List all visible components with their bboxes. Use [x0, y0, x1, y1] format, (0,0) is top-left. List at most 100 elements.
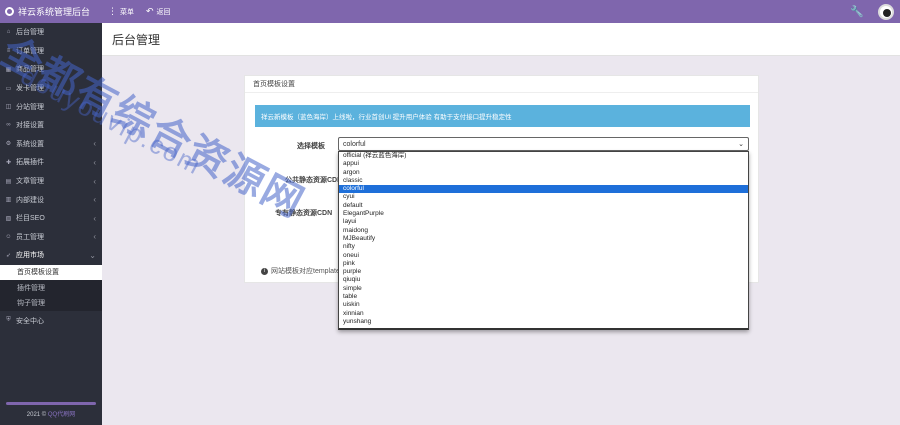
sidebar-item-cards[interactable]: ▭ 发卡管理: [0, 79, 102, 98]
sidebar-item-label: 拓展插件: [16, 159, 44, 167]
template-option[interactable]: purple: [339, 268, 748, 276]
sitemap-icon: ◫: [5, 104, 12, 111]
template-option[interactable]: table: [339, 293, 748, 301]
template-option[interactable]: xinnian: [339, 310, 748, 318]
file-icon: ▤: [5, 178, 12, 185]
template-option[interactable]: pink: [339, 260, 748, 268]
template-option[interactable]: maidong: [339, 227, 748, 235]
template-option[interactable]: MJBeautify: [339, 235, 748, 243]
template-option[interactable]: uiskin: [339, 301, 748, 309]
template-select-value: colorful: [343, 140, 366, 148]
sidebar-item-label: 应用市场: [16, 252, 44, 260]
template-option[interactable]: colorful: [339, 185, 748, 194]
chevron-left-icon: ‹: [93, 157, 96, 167]
sidebar-item-staff[interactable]: ☺ 员工管理 ‹: [0, 228, 102, 247]
template-option[interactable]: appui: [339, 160, 748, 168]
template-option[interactable]: yunshang: [339, 318, 748, 326]
copyright-text: 2021 ©: [26, 412, 48, 418]
back-button-label: 返回: [156, 8, 171, 16]
template-option[interactable]: nifty: [339, 243, 748, 251]
template-option[interactable]: simple: [339, 285, 748, 293]
template-option[interactable]: default: [339, 202, 748, 210]
sidebar: ⌂ 后台管理 ≡ 订单管理 ▦ 商品管理 ▭ 发卡管理 ◫ 分站管理 ∞ 对接设置 ⚙ 系统设…: [0, 23, 102, 425]
template-tip-text: 网站模板对应template目: [271, 268, 347, 275]
sidebar-item-security[interactable]: ⛨ 安全中心: [0, 311, 102, 330]
avatar[interactable]: [878, 3, 894, 20]
template-option[interactable]: ElegantPurple: [339, 210, 748, 218]
home-icon: ⌂: [6, 29, 11, 36]
sidebar-item-articles[interactable]: ▤ 文章管理 ‹: [0, 172, 102, 191]
sidebar-menu-bottom: ⛨ 安全中心: [0, 311, 102, 330]
sidebar-item-label: 安全中心: [16, 317, 44, 325]
gear-icon: ⚙: [5, 141, 12, 148]
brand[interactable]: 祥云系统管理后台: [0, 0, 102, 23]
card-title: 首页模板设置: [245, 76, 758, 93]
info-alert: 祥云新模板（蓝色海岸）上线啦，行业首创UI 提升用户体验 有助于支付接口提升稳定…: [255, 105, 750, 127]
select-template-label: 选择模板: [297, 143, 325, 150]
template-option[interactable]: layui: [339, 218, 748, 226]
sidebar-item-label: 后台管理: [16, 29, 44, 37]
top-nav: ⋮ 菜单 ↶ 返回: [108, 6, 171, 17]
template-select[interactable]: colorful ⌄: [338, 137, 749, 151]
sidebar-item-system[interactable]: ⚙ 系统设置 ‹: [0, 135, 102, 154]
chevron-down-icon: ⌄: [738, 141, 744, 148]
top-right-tools: 🔧: [850, 3, 900, 20]
chevron-left-icon: ‹: [93, 213, 96, 223]
sidebar-item-docking[interactable]: ∞ 对接设置: [0, 116, 102, 135]
info-icon: i: [261, 267, 268, 275]
list-icon: ≡: [6, 47, 11, 54]
template-option[interactable]: oneui: [339, 252, 748, 260]
sidebar-item-app-market[interactable]: ➶ 应用市场 ⌄: [0, 246, 102, 265]
chevron-left-icon: ‹: [93, 176, 96, 186]
template-option[interactable]: classic: [339, 177, 748, 185]
grid-icon: ▦: [5, 66, 12, 73]
sidebar-item-label: 系统设置: [16, 140, 44, 148]
menu-icon: ⋮: [108, 6, 117, 16]
template-tip: i 网站模板对应template目: [261, 266, 347, 276]
sidebar-item-label: 订单管理: [16, 47, 44, 55]
sidebar-item-substations[interactable]: ◫ 分站管理: [0, 97, 102, 116]
chevron-left-icon: ‹: [93, 195, 96, 205]
menu-toggle-button[interactable]: ⋮ 菜单: [108, 6, 134, 17]
sidebar-item-label: 对接设置: [16, 122, 44, 130]
template-dropdown-list: official (祥云蓝色海岸) appui argon classic colorf…: [338, 151, 749, 330]
rocket-icon: ➶: [5, 252, 12, 259]
template-option[interactable]: cyui: [339, 193, 748, 201]
sidebar-item-label: 发卡管理: [16, 85, 44, 93]
back-arrow-icon: ↶: [146, 6, 154, 16]
wrench-icon[interactable]: 🔧: [850, 5, 864, 18]
sidebar-item-plugins-ext[interactable]: ✚ 拓展插件 ‹: [0, 153, 102, 172]
page-title: 后台管理: [102, 23, 900, 56]
columns-icon: ▧: [5, 215, 12, 222]
sidebar-item-label: 文章管理: [16, 178, 44, 186]
sidebar-item-orders[interactable]: ≡ 订单管理: [0, 42, 102, 61]
chevron-left-icon: ‹: [93, 232, 96, 242]
copyright-link[interactable]: QQ代刷网: [48, 412, 75, 418]
app-title: 祥云系统管理后台: [18, 7, 91, 17]
sidebar-item-internal[interactable]: ▥ 内部建设 ‹: [0, 190, 102, 209]
submenu-item-home-template[interactable]: 首页模板设置: [0, 264, 102, 281]
link-icon: ∞: [6, 122, 11, 129]
submenu-item-plugin-manage[interactable]: 插件管理: [0, 280, 102, 296]
public-cdn-label: 公共静态资源CDN: [285, 177, 343, 184]
app-market-submenu: 首页模板设置 插件管理 钩子管理: [0, 264, 102, 312]
sidebar-footer-bar: [6, 402, 96, 405]
shield-icon: ⛨: [6, 317, 11, 324]
sidebar-item-label: 商品管理: [16, 66, 44, 74]
submenu-item-hook-manage[interactable]: 钩子管理: [0, 296, 102, 312]
sidebar-item-products[interactable]: ▦ 商品管理: [0, 60, 102, 79]
sidebar-item-admin[interactable]: ⌂ 后台管理: [0, 23, 102, 42]
logo-icon: [5, 7, 14, 16]
puzzle-icon: ✚: [5, 159, 12, 166]
menu-toggle-label: 菜单: [120, 8, 134, 16]
users-icon: ☺: [5, 233, 12, 240]
back-button[interactable]: ↶ 返回: [146, 6, 171, 17]
sidebar-item-label: 分站管理: [16, 103, 44, 111]
template-option[interactable]: argon: [339, 169, 748, 177]
template-option[interactable]: official (祥云蓝色海岸): [339, 152, 748, 160]
sidebar-item-seo[interactable]: ▧ 栏目SEO ‹: [0, 209, 102, 228]
template-option[interactable]: qiuqiu: [339, 276, 748, 284]
exclusive-cdn-label: 专有静态资源CDN: [275, 210, 333, 217]
chevron-left-icon: ‹: [93, 139, 96, 149]
chevron-down-icon: ⌄: [89, 250, 96, 260]
